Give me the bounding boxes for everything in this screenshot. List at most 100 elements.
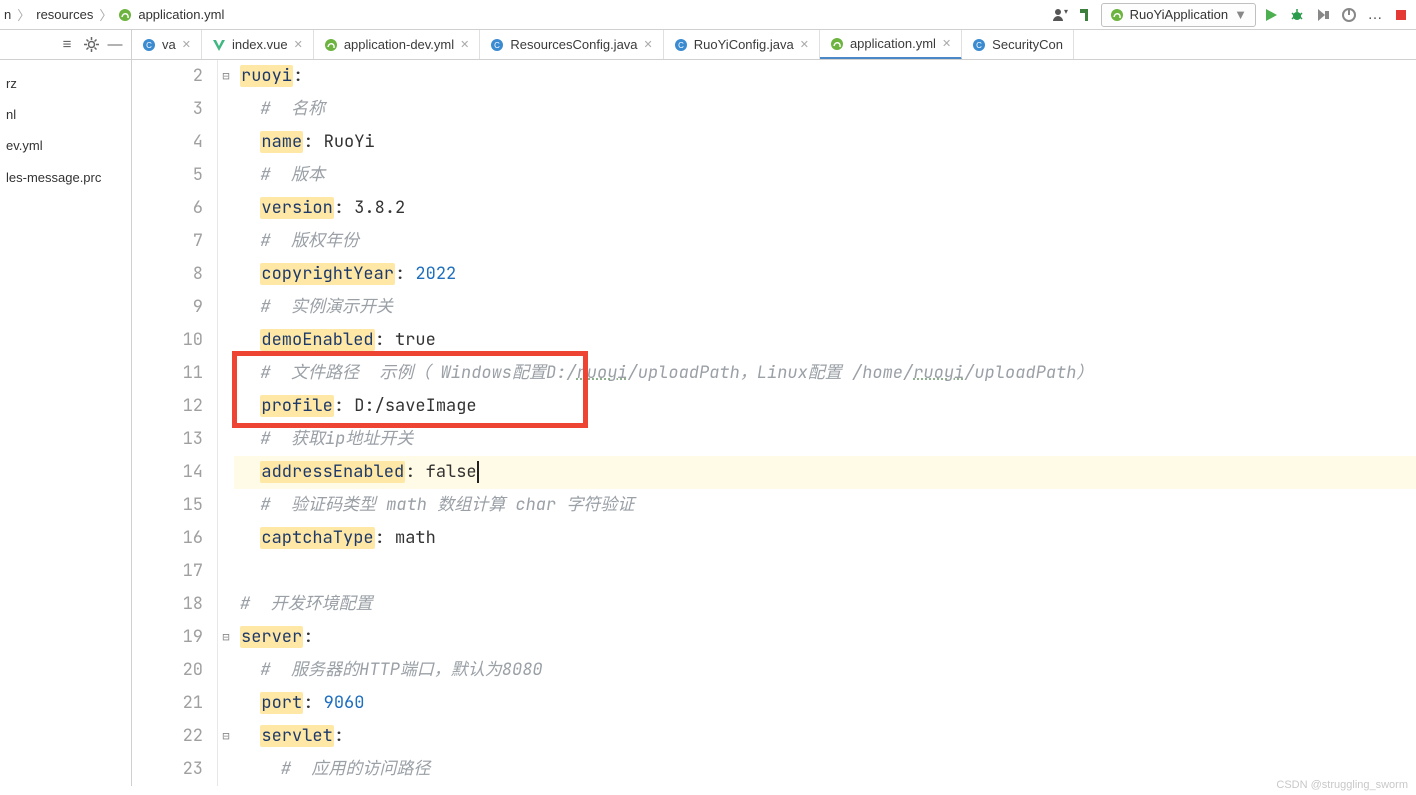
fold-marker[interactable] — [218, 159, 234, 192]
gear-icon[interactable] — [81, 35, 101, 55]
run-icon[interactable] — [1260, 4, 1282, 26]
tab-va[interactable]: Cva✕ — [132, 30, 202, 59]
tab-rescfg[interactable]: CResourcesConfig.java✕ — [480, 30, 663, 59]
profile-icon[interactable] — [1338, 4, 1360, 26]
code-line[interactable]: server: — [234, 621, 1416, 654]
code-line[interactable]: servlet: — [234, 720, 1416, 753]
line-number[interactable]: 11 — [132, 357, 203, 390]
code-line[interactable]: # 服务器的HTTP端口，默认为8080 — [234, 654, 1416, 687]
attach-icon[interactable]: … — [1364, 4, 1386, 26]
fold-marker[interactable] — [218, 423, 234, 456]
fold-marker[interactable] — [218, 555, 234, 588]
user-add-icon[interactable]: ▾ — [1049, 4, 1071, 26]
breadcrumb[interactable]: n 〉 resources 〉 application.yml — [4, 5, 224, 24]
line-number[interactable]: 12 — [132, 390, 203, 423]
code-line[interactable]: # 开发环境配置 — [234, 588, 1416, 621]
tab-appyml[interactable]: application.yml✕ — [820, 30, 962, 60]
line-number[interactable]: 6 — [132, 192, 203, 225]
fold-marker[interactable]: ⊟ — [218, 720, 234, 753]
line-number[interactable]: 3 — [132, 93, 203, 126]
tab-index[interactable]: index.vue✕ — [202, 30, 314, 59]
close-icon[interactable]: ✕ — [182, 38, 191, 51]
fold-marker[interactable] — [218, 654, 234, 687]
line-number[interactable]: 5 — [132, 159, 203, 192]
code-line[interactable]: # 实例演示开关 — [234, 291, 1416, 324]
fold-marker[interactable] — [218, 225, 234, 258]
fold-gutter[interactable]: ⊟ ⊟ ⊟ — [218, 60, 234, 786]
fold-marker[interactable] — [218, 753, 234, 786]
breadcrumb-item[interactable]: n — [4, 7, 11, 22]
code-line[interactable]: # 文件路径 示例（ Windows配置D:/ruoyi/uploadPath，… — [234, 357, 1416, 390]
code-line[interactable]: captchaType: math — [234, 522, 1416, 555]
editor-tabstrip[interactable]: Cva✕index.vue✕application-dev.yml✕CResou… — [132, 30, 1416, 60]
fold-marker[interactable] — [218, 687, 234, 720]
breadcrumb-file[interactable]: application.yml — [138, 7, 224, 22]
stop-icon[interactable] — [1390, 4, 1412, 26]
code-line[interactable]: addressEnabled: false — [234, 456, 1416, 489]
close-icon[interactable]: ✕ — [644, 38, 653, 51]
line-number[interactable]: 10 — [132, 324, 203, 357]
line-number[interactable]: 17 — [132, 555, 203, 588]
line-number[interactable]: 8 — [132, 258, 203, 291]
code-line[interactable] — [234, 555, 1416, 588]
fold-marker[interactable] — [218, 522, 234, 555]
collapse-icon[interactable]: ≡ — [57, 35, 77, 55]
tab-appdev[interactable]: application-dev.yml✕ — [314, 30, 481, 59]
project-file[interactable]: les-message.prc — [6, 162, 131, 193]
project-file[interactable]: ev.yml — [6, 130, 131, 161]
run-config-select[interactable]: RuoYiApplication ▼ — [1101, 3, 1256, 27]
line-number[interactable]: 15 — [132, 489, 203, 522]
code-line[interactable]: profile: D:/saveImage — [234, 390, 1416, 423]
line-number[interactable]: 21 — [132, 687, 203, 720]
coverage-icon[interactable] — [1312, 4, 1334, 26]
tab-rycfg[interactable]: CRuoYiConfig.java✕ — [664, 30, 820, 59]
line-number-gutter[interactable]: 234567891011121314151617181920212223 — [132, 60, 218, 786]
fold-marker[interactable] — [218, 192, 234, 225]
fold-marker[interactable] — [218, 93, 234, 126]
code-line[interactable]: version: 3.8.2 — [234, 192, 1416, 225]
fold-marker[interactable] — [218, 126, 234, 159]
code-line[interactable]: demoEnabled: true — [234, 324, 1416, 357]
fold-marker[interactable]: ⊟ — [218, 60, 234, 93]
line-number[interactable]: 18 — [132, 588, 203, 621]
line-number[interactable]: 14 — [132, 456, 203, 489]
code-line[interactable]: copyrightYear: 2022 — [234, 258, 1416, 291]
code-content[interactable]: ruoyi: # 名称 name: RuoYi # 版本 version: 3.… — [234, 60, 1416, 786]
code-line[interactable]: ruoyi: — [234, 60, 1416, 93]
line-number[interactable]: 16 — [132, 522, 203, 555]
line-number[interactable]: 20 — [132, 654, 203, 687]
breadcrumb-item[interactable]: resources — [36, 7, 93, 22]
fold-marker[interactable] — [218, 390, 234, 423]
line-number[interactable]: 4 — [132, 126, 203, 159]
code-line[interactable]: # 版本 — [234, 159, 1416, 192]
tab-seccon[interactable]: CSecurityCon — [962, 30, 1074, 59]
project-file-list[interactable]: rznlev.ymlles-message.prc — [0, 60, 131, 193]
code-line[interactable]: # 验证码类型 math 数组计算 char 字符验证 — [234, 489, 1416, 522]
close-icon[interactable]: ✕ — [942, 37, 951, 50]
hammer-icon[interactable] — [1075, 4, 1097, 26]
code-line[interactable]: # 应用的访问路径 — [234, 753, 1416, 786]
debug-icon[interactable] — [1286, 4, 1308, 26]
fold-marker[interactable] — [218, 456, 234, 489]
line-number[interactable]: 19 — [132, 621, 203, 654]
fold-marker[interactable] — [218, 357, 234, 390]
code-line[interactable]: # 获取ip地址开关 — [234, 423, 1416, 456]
line-number[interactable]: 2 — [132, 60, 203, 93]
line-number[interactable]: 13 — [132, 423, 203, 456]
fold-marker[interactable] — [218, 291, 234, 324]
line-number[interactable]: 7 — [132, 225, 203, 258]
line-number[interactable]: 22 — [132, 720, 203, 753]
project-file[interactable]: rz — [6, 68, 131, 99]
fold-marker[interactable]: ⊟ — [218, 621, 234, 654]
fold-marker[interactable] — [218, 588, 234, 621]
fold-marker[interactable] — [218, 324, 234, 357]
line-number[interactable]: 23 — [132, 753, 203, 786]
minimize-icon[interactable]: — — [105, 35, 125, 55]
fold-marker[interactable] — [218, 258, 234, 291]
project-file[interactable]: nl — [6, 99, 131, 130]
line-number[interactable]: 9 — [132, 291, 203, 324]
code-editor[interactable]: 234567891011121314151617181920212223 ⊟⊟⊟… — [132, 60, 1416, 786]
code-line[interactable]: # 版权年份 — [234, 225, 1416, 258]
fold-marker[interactable] — [218, 489, 234, 522]
code-line[interactable]: name: RuoYi — [234, 126, 1416, 159]
